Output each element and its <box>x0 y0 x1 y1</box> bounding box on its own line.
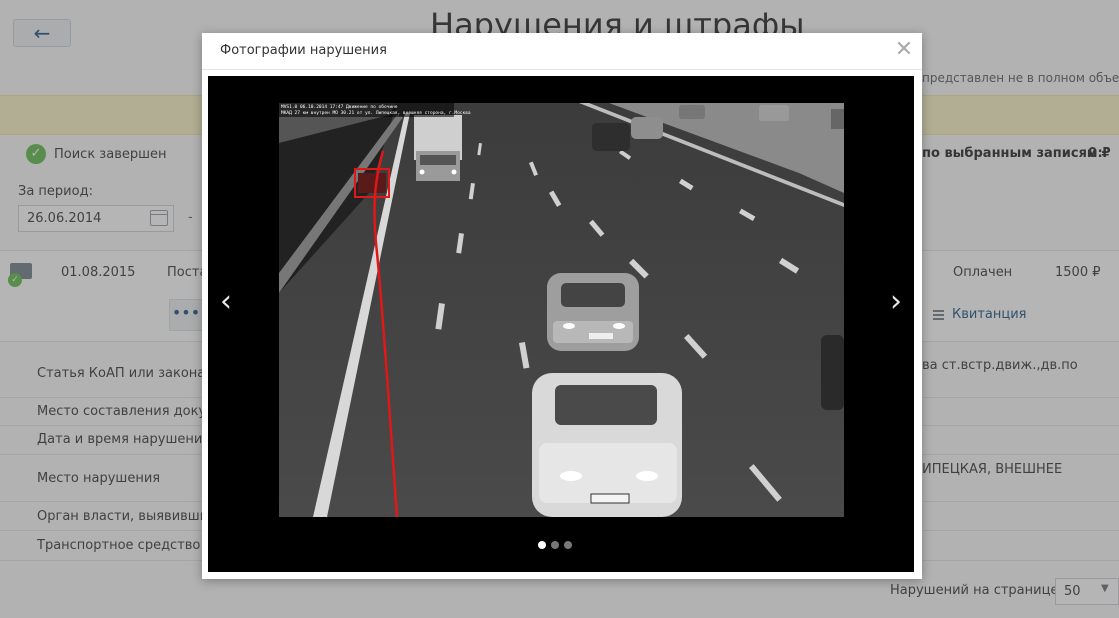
photo-viewer: MVS1.0 06.10.2014 17:47 Движение по обоч… <box>208 76 914 572</box>
photo-modal: Фотографии нарушения ✕ MVS1.0 06.10.2014… <box>202 33 922 579</box>
modal-title: Фотографии нарушения <box>220 43 387 58</box>
slide-dot[interactable] <box>551 541 559 549</box>
modal-header: Фотографии нарушения ✕ <box>202 33 922 70</box>
slide-dot[interactable] <box>564 541 572 549</box>
violation-photo-image: MVS1.0 06.10.2014 17:47 Движение по обоч… <box>279 103 844 517</box>
violation-photo: MVS1.0 06.10.2014 17:47 Движение по обоч… <box>279 103 844 517</box>
chevron-left-icon[interactable]: ‹ <box>211 282 241 322</box>
close-icon[interactable]: ✕ <box>893 39 915 61</box>
slide-indicator <box>538 541 572 549</box>
photo-caption-line1: MVS1.0 06.10.2014 17:47 Движение по обоч… <box>281 103 398 110</box>
photo-caption-line2: МКАД 27 км внутрен МО 30.21 от ул. Липец… <box>281 110 471 116</box>
chevron-right-icon[interactable]: › <box>881 282 911 322</box>
slide-dot[interactable] <box>538 541 546 549</box>
